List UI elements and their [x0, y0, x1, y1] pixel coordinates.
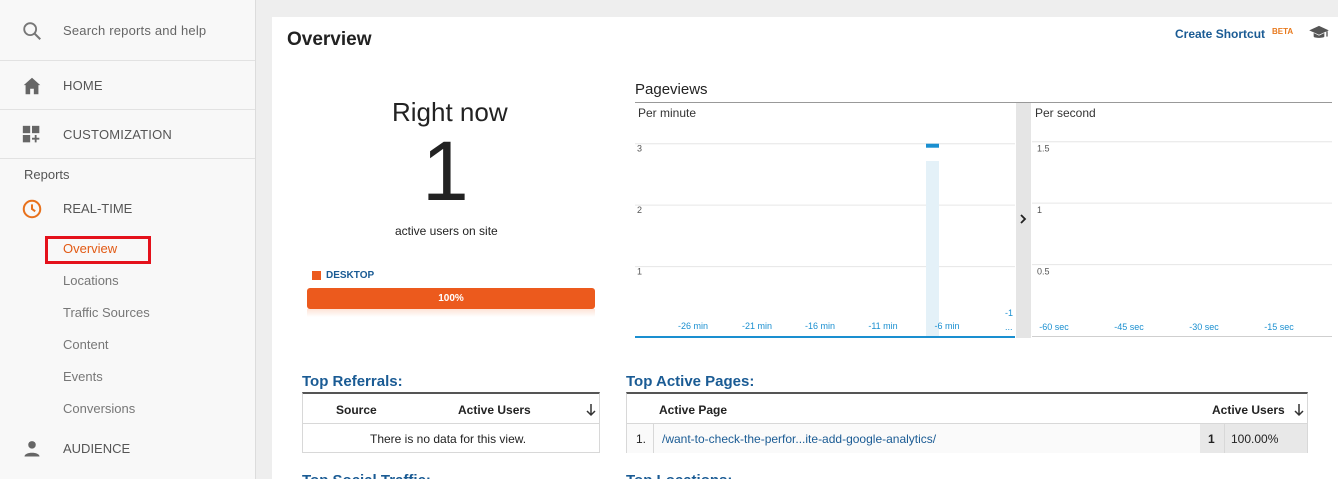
y-tick-label: 1.5 — [1037, 144, 1050, 154]
create-shortcut-link[interactable]: Create Shortcut — [1175, 27, 1265, 41]
desktop-legend-label: DESKTOP — [326, 270, 375, 281]
nav-conversions[interactable]: Conversions — [63, 401, 135, 416]
page-title: Overview — [287, 29, 372, 50]
reports-heading: Reports — [24, 167, 70, 182]
nav-traffic-sources[interactable]: Traffic Sources — [63, 305, 150, 320]
highlight-box — [45, 236, 151, 264]
x-axis-line — [1032, 336, 1332, 337]
row-users: 1 — [1208, 432, 1215, 446]
search-box[interactable]: Search reports and help — [0, 0, 255, 61]
y-tick-label: 0.5 — [1037, 267, 1050, 277]
device-bar-shadow — [307, 309, 595, 317]
nav-events[interactable]: Events — [63, 369, 103, 384]
active-users-subtitle: active users on site — [395, 224, 498, 238]
x-tick-label: -26 min — [678, 321, 708, 331]
x-axis-line — [635, 336, 1015, 338]
bar-highlight-column — [926, 161, 939, 336]
row-index: 1. — [636, 432, 647, 446]
nav-locations[interactable]: Locations — [63, 273, 119, 288]
x-tick-label: -15 sec — [1264, 322, 1294, 332]
chart-bar — [926, 143, 939, 148]
table-row: 1. /want-to-check-the-perfor...ite-add-g… — [627, 424, 1307, 453]
cell-divider — [653, 424, 654, 453]
x-tick-label: -16 min — [805, 321, 835, 331]
cell-divider — [1224, 424, 1225, 453]
dashboard-add-icon — [22, 125, 40, 143]
sidebar-item-audience[interactable]: AUDIENCE — [0, 434, 255, 464]
pageviews-title: Pageviews — [635, 81, 708, 98]
search-placeholder: Search reports and help — [63, 23, 207, 38]
col-active-users[interactable]: Active Users — [458, 403, 531, 417]
col-active-page: Active Page — [659, 403, 728, 417]
per-second-label: Per second — [1035, 106, 1096, 120]
person-icon — [24, 441, 40, 457]
table-divider — [303, 423, 599, 424]
row-percent: 100.00% — [1231, 432, 1279, 446]
sidebar-item-home-label: HOME — [63, 78, 103, 93]
sidebar-item-realtime-label: REAL-TIME — [63, 201, 133, 216]
y-tick-label: 1 — [637, 267, 642, 277]
top-active-pages-table: Active Page Active Users 1. /want-to-che… — [626, 392, 1308, 453]
per-minute-label: Per minute — [638, 106, 696, 120]
desktop-legend-swatch — [312, 271, 321, 280]
sort-arrow-icon[interactable] — [585, 403, 597, 417]
pageviews-chart: Per minute 1 2 3 -26 min -21 min -16 min -11 mi… — [635, 103, 1332, 338]
home-icon — [23, 77, 41, 95]
sidebar-item-realtime[interactable]: REAL-TIME — [0, 196, 255, 222]
top-referrals-title: Top Referrals: — [302, 373, 403, 390]
x-tick-label: -21 min — [742, 321, 772, 331]
sidebar-item-audience-label: AUDIENCE — [63, 441, 131, 456]
sort-arrow-icon[interactable] — [1293, 403, 1305, 417]
empty-message: There is no data for this view. — [370, 432, 527, 446]
sidebar-item-customization[interactable]: CUSTOMIZATION — [0, 110, 255, 159]
x-tick-label: -6 min — [934, 321, 959, 331]
graduation-cap-icon[interactable] — [1308, 25, 1330, 41]
sidebar-item-home[interactable]: HOME — [0, 61, 255, 110]
x-tick-label: -30 sec — [1189, 322, 1219, 332]
x-tick-label: -11 min — [868, 321, 897, 331]
main-panel: Overview Create Shortcut BETA Right now … — [272, 17, 1338, 479]
clock-icon — [22, 199, 42, 219]
sidebar: Search reports and help HOME CUSTOMIZATI… — [0, 0, 256, 479]
x-tick-label: -1 — [1005, 308, 1013, 318]
search-icon — [23, 22, 41, 40]
active-users-count: 1 — [422, 124, 469, 218]
x-tick-label: -60 sec — [1039, 322, 1069, 332]
top-locations-title: Top Locations: — [626, 472, 732, 479]
top-social-title: Top Social Traffic: — [302, 472, 431, 479]
top-referrals-table: Source Active Users There is no data for… — [302, 392, 600, 453]
device-share-bar: 100% — [307, 288, 595, 309]
col-active-users[interactable]: Active Users — [1212, 403, 1285, 417]
nav-content[interactable]: Content — [63, 337, 109, 352]
y-tick-label: 2 — [637, 205, 642, 215]
y-tick-label: 1 — [1037, 205, 1042, 215]
col-source: Source — [336, 403, 377, 417]
y-tick-label: 3 — [637, 144, 642, 154]
x-tick-label: ... — [1005, 322, 1013, 332]
sidebar-item-customization-label: CUSTOMIZATION — [63, 127, 173, 142]
top-active-pages-title: Top Active Pages: — [626, 373, 755, 390]
x-tick-label: -45 sec — [1114, 322, 1144, 332]
page-link[interactable]: /want-to-check-the-perfor...ite-add-goog… — [662, 432, 936, 446]
beta-badge: BETA — [1272, 27, 1294, 36]
